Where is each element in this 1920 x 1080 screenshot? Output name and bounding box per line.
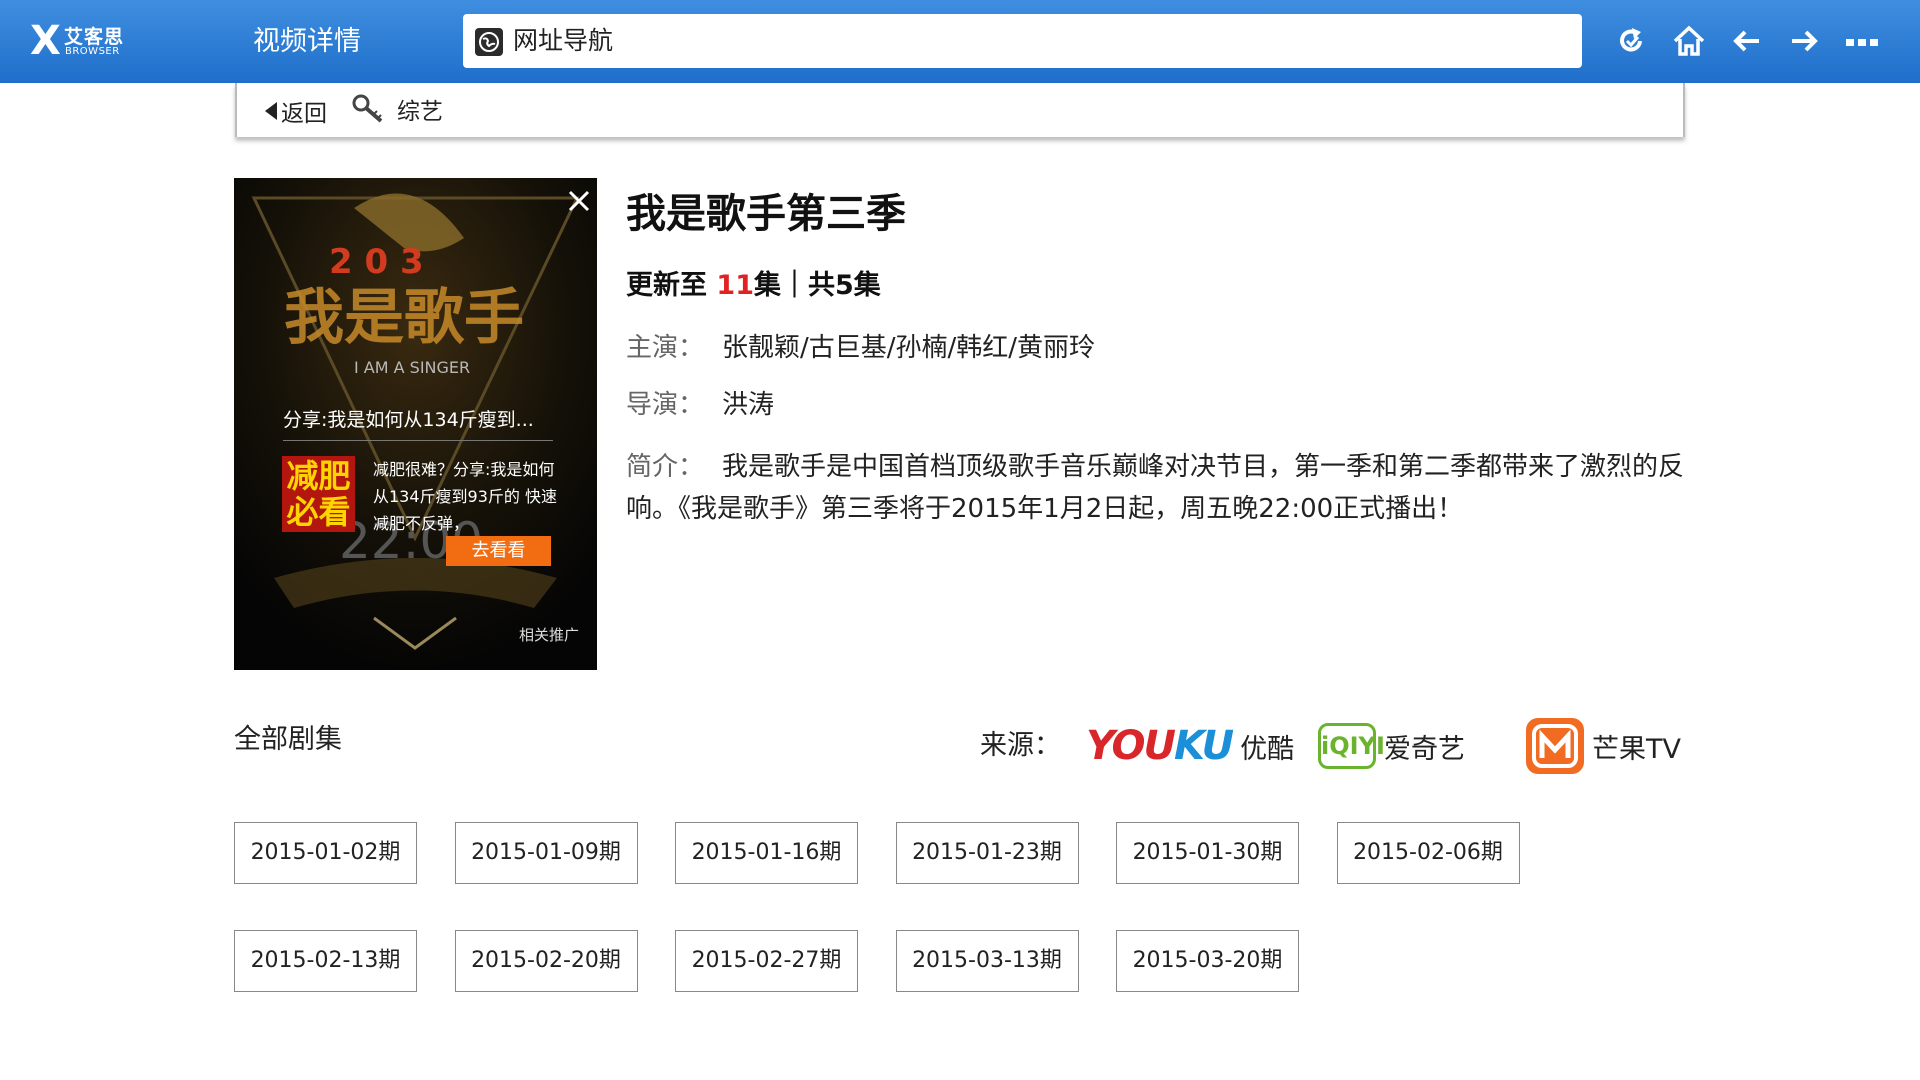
update-episode-count: 11 [716,270,754,301]
episode-button[interactable]: 2015-01-02期 [234,822,417,884]
logo-cn: 艾客思 [64,26,125,48]
episode-button[interactable]: 2015-01-30期 [1116,822,1299,884]
update-suffix: 集｜共5集 [753,270,881,301]
all-episodes-heading: 全部剧集 [234,724,342,755]
sub-navigation: 返回 综艺 [235,83,1685,137]
episode-button[interactable]: 2015-02-20期 [454,930,638,992]
episode-button[interactable]: 2015-02-27期 [675,930,858,992]
globe-icon [475,28,503,56]
source-iqiyi[interactable]: iQIYI 爱奇艺 [1318,718,1465,774]
episode-button[interactable]: 2015-03-13期 [895,930,1079,992]
update-prefix: 更新至 [626,270,707,301]
logo-en: BROWSER [65,46,120,57]
home-icon[interactable] [1670,22,1708,60]
more-icon[interactable] [1843,22,1881,60]
svg-text:2 0 3: 2 0 3 [329,242,424,282]
browser-toolbar: X 艾客思 BROWSER 视频详情 网址导航 [0,0,1920,83]
mgtv-logo-icon [1526,718,1584,774]
episode-button[interactable]: 2015-01-09期 [454,822,638,884]
director-label: 导演： [626,390,705,420]
ad-description: 减肥很难？分享:我是如何从134斤瘦到93斤的 快速减肥不反弹， [373,460,557,533]
refresh-icon[interactable] [1612,22,1650,60]
address-text[interactable]: 网址导航 [513,24,613,58]
intro-text: 我是歌手是中国首档顶级歌手音乐巅峰对决节目，第一季和第二季都带来了激烈的反响。《… [626,452,1685,524]
video-poster[interactable]: 2 0 3 我是歌手 I AM A SINGER 22:00 分享:我是如何从1… [234,178,597,670]
episode-button[interactable]: 2015-02-06期 [1336,822,1520,884]
back-button[interactable]: 返回 [265,95,327,127]
back-triangle-icon [265,102,277,120]
category-link[interactable]: 综艺 [397,97,443,127]
youku-logo-icon: YOUKU [1086,723,1234,769]
ad-promo-label: 相关推广 [519,626,580,644]
tag-icon [351,93,387,125]
iqiyi-logo-icon: iQIYI [1318,723,1385,769]
ad-title[interactable]: 分享:我是如何从134斤瘦到... [283,406,553,441]
cast-value: 张靓颖/古巨基/孙楠/韩红/黄丽玲 [722,333,1096,363]
director-row: 导演： 洪涛 [626,387,774,423]
source-label: 来源： [980,730,1061,761]
cast-row: 主演： 张靓颖/古巨基/孙楠/韩红/黄丽玲 [626,330,1095,366]
source-mgtv[interactable]: 芒果TV [1526,718,1681,774]
address-bar[interactable]: 网址导航 [463,14,1582,68]
back-arrow-icon[interactable] [1728,22,1766,60]
cast-label: 主演： [626,333,705,363]
svg-text:I AM A SINGER: I AM A SINGER [354,358,470,377]
browser-logo: X 艾客思 BROWSER [30,18,140,64]
svg-text:我是歌手: 我是歌手 [284,283,524,353]
ad-go-button[interactable]: 去看看 [446,536,551,566]
update-status: 更新至 11集｜共5集 [626,268,881,304]
source-name: 爱奇艺 [1384,733,1465,765]
episode-button[interactable]: 2015-02-13期 [234,930,417,992]
ad-badge-line2: 必看 [286,493,351,531]
episode-button[interactable]: 2015-03-20期 [1116,930,1299,992]
episode-button[interactable]: 2015-01-16期 [675,822,858,884]
director-value: 洪涛 [722,390,775,420]
logo-x: X [30,18,61,64]
intro-label: 简介： [626,452,705,482]
source-name: 优酷 [1240,733,1295,765]
intro-row: 简介： 我是歌手是中国首档顶级歌手音乐巅峰对决节目，第一季和第二季都带来了激烈的反… [626,446,1696,530]
episode-button[interactable]: 2015-01-23期 [895,822,1079,884]
page-title: 视频详情 [253,26,361,57]
source-youku[interactable]: YOUKU 优酷 [1086,718,1294,774]
forward-arrow-icon[interactable] [1785,22,1823,60]
ad-badge-line1: 减肥 [286,457,351,495]
show-title: 我是歌手第三季 [626,191,906,237]
close-ad-icon[interactable] [564,186,594,216]
ad-badge: 减肥 必看 [282,456,355,532]
back-label: 返回 [281,101,327,127]
source-name: 芒果TV [1592,733,1681,765]
